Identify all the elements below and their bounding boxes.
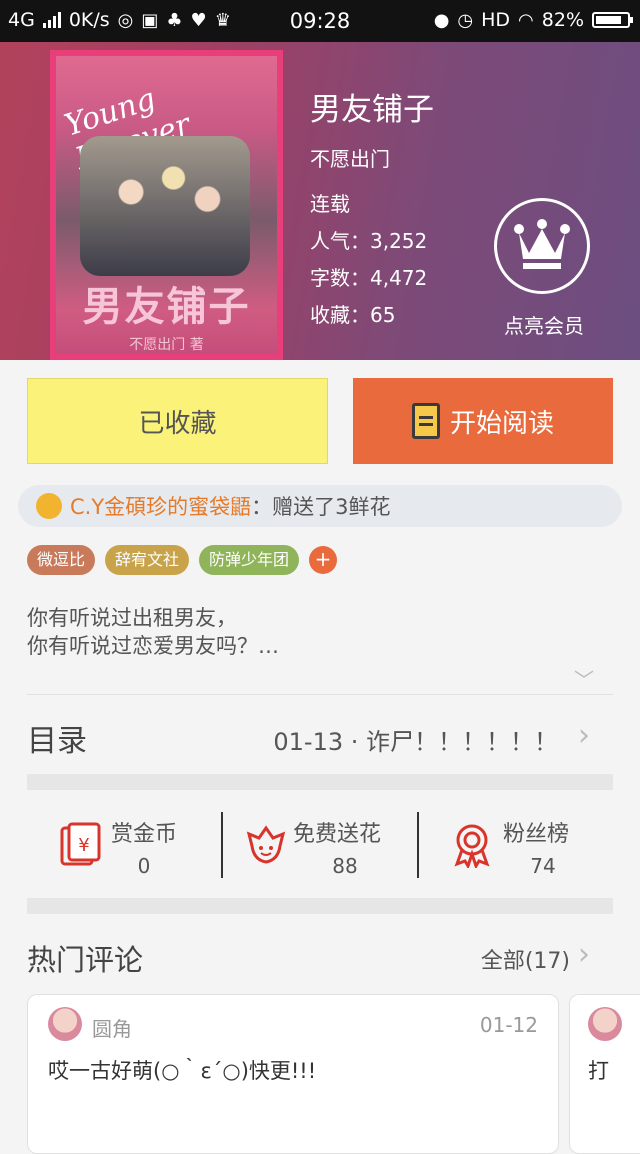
hot-comments-title: 热门评论 (27, 943, 144, 977)
gift-user: C.Y金碩珍的蜜袋鼯 (70, 495, 252, 519)
flowers-label: 免费送花 (293, 822, 382, 847)
intro-line: 你有听说过出租男友， (27, 606, 237, 630)
cover-title: 男友铺子 (82, 284, 251, 330)
cover-author: 不愿出门 著 (129, 337, 204, 353)
book-title: 男友铺子 (310, 92, 434, 128)
avatar[interactable] (48, 1007, 82, 1041)
book-header: Young Forever 男友铺子 不愿出门 著 男友铺子 不愿出门 连载 人… (0, 42, 640, 360)
book-author[interactable]: 不愿出门 (310, 143, 390, 172)
comment-date: 01-12 (479, 1013, 538, 1037)
cover-photo (80, 136, 250, 276)
flowers-value: 88 (332, 854, 358, 878)
reward-label: 赏金币 (111, 822, 178, 847)
book-status: 连载 (310, 192, 350, 216)
intro-line: 你有听说过恋爱男友吗？… (27, 634, 279, 658)
gift-message: ：赠送了3鲜花 (251, 495, 391, 519)
toc-label[interactable]: 目录 (27, 716, 87, 760)
fans-ranking[interactable]: 粉丝榜 74 (419, 790, 614, 898)
vip-button[interactable] (494, 198, 590, 294)
svg-text:¥: ¥ (78, 835, 89, 856)
section-divider (27, 774, 613, 790)
tag-list: 微逗比 辞宥文社 防弹少年团 + (27, 545, 338, 575)
add-tag-button[interactable]: + (309, 546, 338, 574)
wifi-icon: ◠ (518, 9, 534, 31)
alarm-icon: ◷ (457, 9, 474, 31)
location-icon: ● (433, 9, 450, 31)
coin-envelope-icon: ¥ (60, 822, 101, 866)
chevron-right-icon[interactable]: › (578, 937, 590, 972)
stats-row: ¥ 赏金币 0 免费送花 88 粉丝榜 74 (27, 790, 613, 898)
flower-icon (246, 825, 286, 864)
favorited-button[interactable]: 已收藏 (27, 378, 328, 464)
vip-label[interactable]: 点亮会员 (482, 310, 606, 339)
tag[interactable]: 微逗比 (27, 545, 96, 575)
comment-card[interactable]: 圆角 01-12 哎一古好萌(○｀ε´○)快更!!! (27, 994, 559, 1154)
book-cover[interactable]: Young Forever 男友铺子 不愿出门 著 (50, 50, 283, 360)
comment-text: 打 (588, 1059, 609, 1083)
status-bar: 4G 0K/s ◎ ▣ ♣ ♥ ♛ 09:28 ● ◷ HD ◠ 82% (0, 0, 640, 42)
battery-icon (592, 12, 633, 28)
avatar[interactable] (588, 1007, 622, 1041)
hd-badge: HD (481, 9, 511, 31)
comment-user[interactable]: 圆角 (92, 1013, 132, 1042)
reward-value: 0 (137, 854, 151, 878)
gift-banner[interactable]: C.Y金碩珍的蜜袋鼯 ：赠送了3鲜花 (18, 485, 622, 527)
crown-icon (514, 219, 570, 269)
favorited-label: 已收藏 (138, 408, 217, 439)
popularity-stat: 人气：3,252 (310, 229, 428, 253)
divider (27, 694, 613, 695)
comment-card[interactable]: 打 (569, 994, 640, 1154)
free-flowers[interactable]: 免费送花 88 (223, 790, 418, 898)
chevron-right-icon[interactable]: › (578, 718, 590, 753)
flower-icon (36, 493, 62, 519)
fans-label: 粉丝榜 (503, 822, 570, 847)
tag[interactable]: 防弹少年团 (199, 545, 300, 575)
tag[interactable]: 辞宥文社 (105, 545, 190, 575)
comment-text: 哎一古好萌(○｀ε´○)快更!!! (48, 1059, 317, 1083)
start-reading-button[interactable]: 开始阅读 (353, 378, 613, 464)
battery-percent: 82% (541, 9, 584, 31)
section-divider (27, 898, 613, 914)
expand-chevron-icon[interactable]: ﹀ (574, 664, 594, 693)
fans-value: 74 (530, 854, 556, 878)
start-reading-label: 开始阅读 (449, 408, 554, 439)
book-icon (411, 403, 440, 439)
book-intro[interactable]: 你有听说过出租男友， 你有听说过恋爱男友吗？… (27, 604, 607, 660)
all-comments-link[interactable]: 全部(17) (481, 943, 570, 975)
collection-stat: 收藏：65 (310, 303, 396, 327)
latest-chapter[interactable]: 01-13 · 诈尸！！！！！！ (273, 722, 558, 757)
reward-coins[interactable]: ¥ 赏金币 0 (27, 790, 222, 898)
word-count-stat: 字数：4,472 (310, 266, 428, 290)
medal-icon (454, 824, 490, 868)
